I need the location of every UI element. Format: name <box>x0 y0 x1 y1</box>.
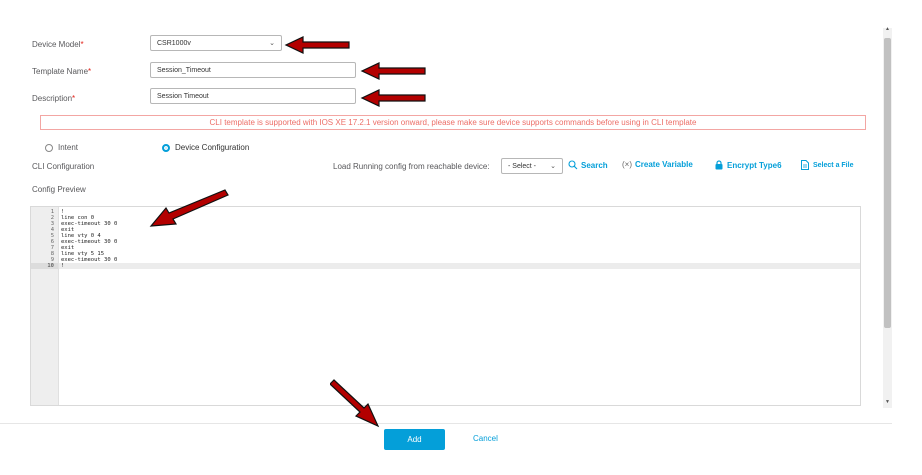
template-name-label: Template Name* <box>32 67 92 76</box>
line-number: 10 <box>47 263 54 269</box>
description-value: Session Timeout <box>157 92 209 100</box>
device-model-label: Device Model* <box>32 40 84 49</box>
search-icon <box>568 160 578 170</box>
code-line[interactable]: ! <box>61 263 64 269</box>
device-model-value: CSR1000v <box>157 39 191 47</box>
red-arrow-annotation <box>330 379 380 428</box>
scrollbar-thumb[interactable] <box>884 38 891 328</box>
radio-on-icon <box>162 143 170 152</box>
encrypt-type6-label: Encrypt Type6 <box>727 160 782 170</box>
config-preview-title: Config Preview <box>32 185 86 194</box>
device-configuration-label: Device Configuration <box>175 143 250 152</box>
variable-icon: (×) <box>622 160 632 169</box>
encrypt-type6-link[interactable]: Encrypt Type6 <box>715 160 782 170</box>
add-button-label: Add <box>407 435 422 444</box>
config-preview-editor[interactable]: 1! 2 line con 0 3 exec-timeout 30 0 4 exit 5 lin… <box>30 206 861 406</box>
cancel-button[interactable]: Cancel <box>473 434 498 443</box>
description-input[interactable]: Session Timeout <box>150 88 356 104</box>
lock-icon <box>715 160 723 170</box>
template-name-input[interactable]: Session_Timeout <box>150 62 356 78</box>
intent-label: Intent <box>58 143 79 152</box>
active-line-highlight <box>59 263 860 269</box>
page-scrollbar[interactable] <box>883 28 892 408</box>
intent-radio[interactable]: Intent <box>45 143 78 152</box>
create-variable-label: Create Variable <box>635 160 693 169</box>
cancel-button-label: Cancel <box>473 434 498 443</box>
device-configuration-radio[interactable]: Device Configuration <box>162 143 249 152</box>
warning-text: CLI template is supported with IOS XE 17… <box>209 118 697 127</box>
search-label: Search <box>581 160 608 170</box>
search-link[interactable]: Search <box>568 160 608 170</box>
template-name-value: Session_Timeout <box>157 66 211 74</box>
scroll-down-icon[interactable]: ▼ <box>885 399 890 405</box>
red-arrow-annotation <box>149 189 229 227</box>
footer-divider <box>0 423 892 424</box>
red-arrow-annotation <box>360 62 426 80</box>
add-button[interactable]: Add <box>384 429 445 450</box>
reachable-device-value: - Select - <box>508 162 537 170</box>
scroll-up-icon[interactable]: ▲ <box>885 26 890 32</box>
cli-support-warning: CLI template is supported with IOS XE 17… <box>40 115 866 130</box>
device-model-select[interactable]: CSR1000v ⌄ <box>150 35 282 51</box>
chevron-down-icon: ⌄ <box>550 163 556 170</box>
radio-off-icon <box>45 143 53 152</box>
description-label: Description* <box>32 94 76 103</box>
select-file-label: Select a File <box>813 161 854 169</box>
file-icon <box>801 160 809 170</box>
red-arrow-annotation <box>360 89 426 107</box>
load-running-config-label: Load Running config from reachable devic… <box>333 162 490 171</box>
select-file-link[interactable]: Select a File <box>801 160 853 170</box>
chevron-down-icon: ⌄ <box>269 40 275 47</box>
create-variable-link[interactable]: (×) Create Variable <box>622 160 693 169</box>
red-arrow-annotation <box>284 36 350 54</box>
reachable-device-select[interactable]: - Select - ⌄ <box>501 158 563 174</box>
cli-configuration-title: CLI Configuration <box>32 162 95 171</box>
